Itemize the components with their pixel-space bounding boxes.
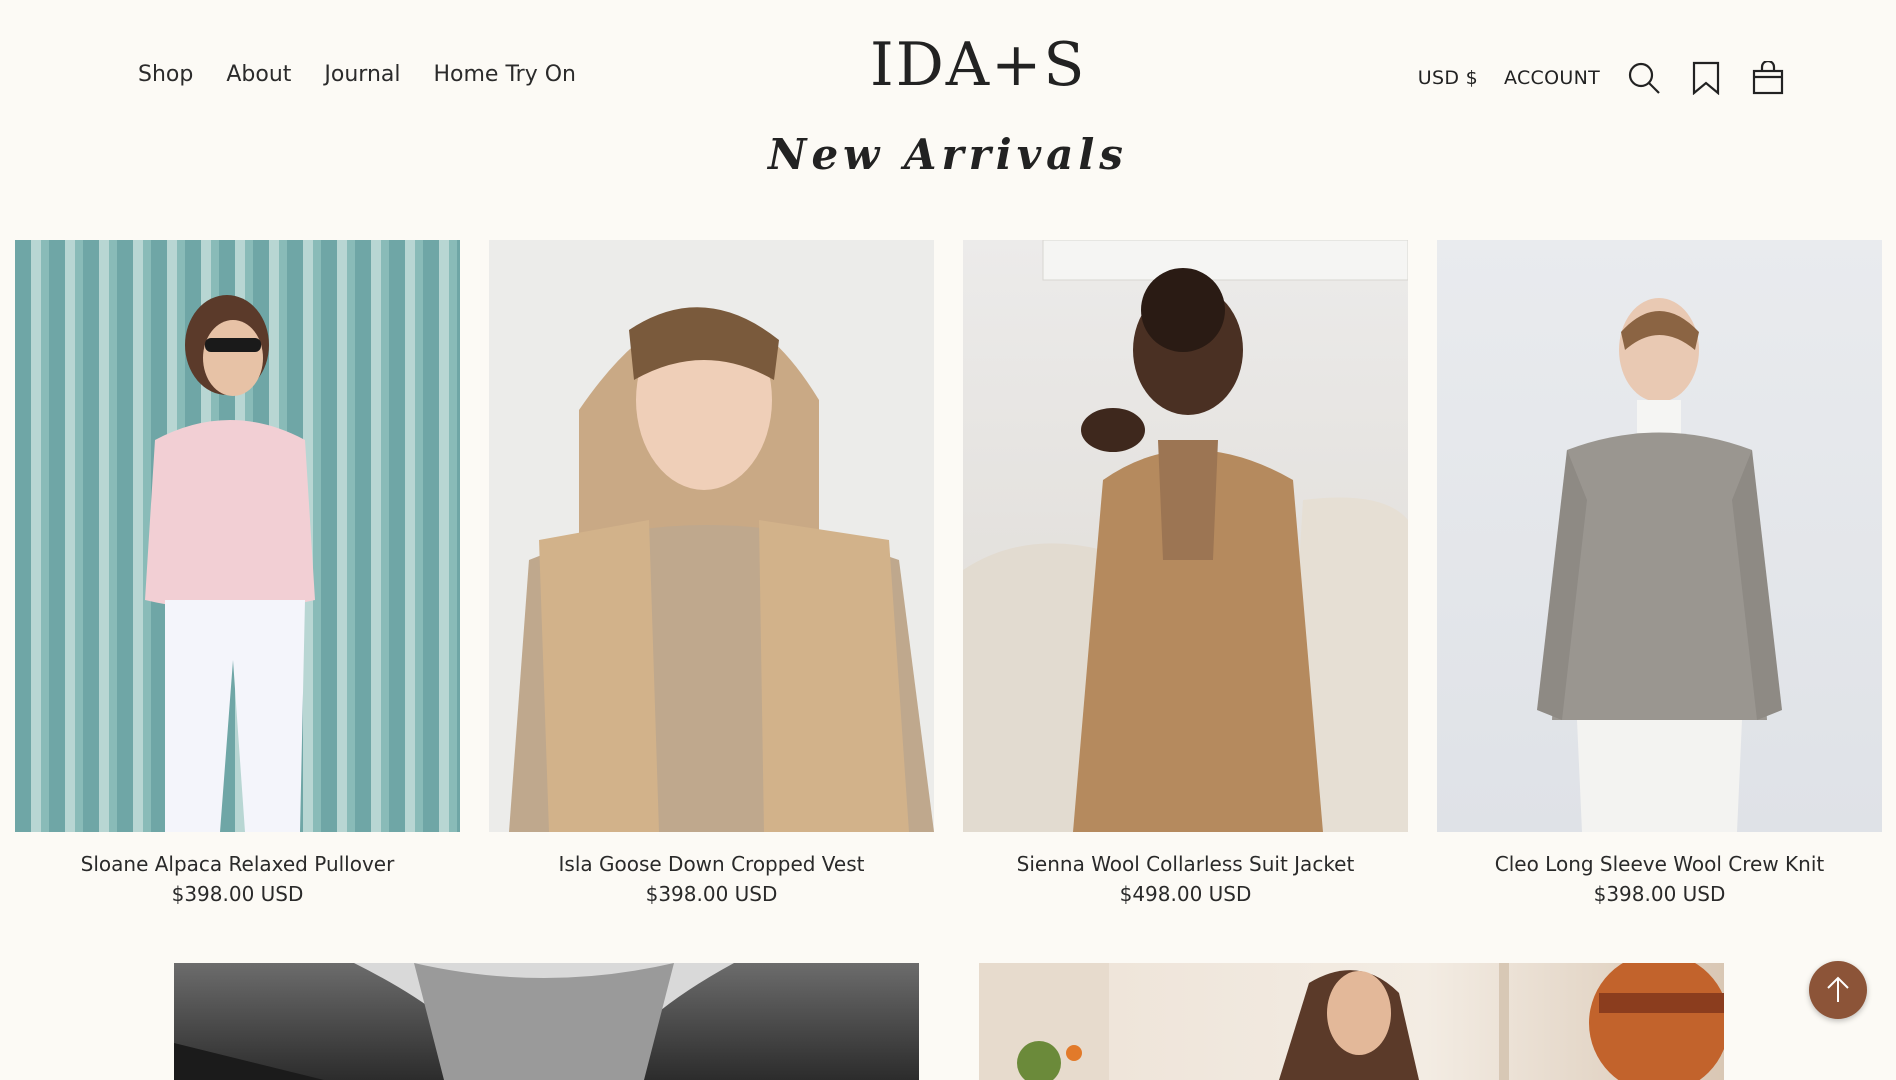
- nav-shop[interactable]: Shop: [138, 62, 193, 87]
- arrow-up-icon: [1827, 976, 1849, 1002]
- product-image[interactable]: [963, 240, 1408, 832]
- site-header: Shop About Journal Home Try On IDA+S USD…: [0, 0, 1896, 150]
- nav-journal[interactable]: Journal: [324, 62, 400, 87]
- product-name[interactable]: Cleo Long Sleeve Wool Crew Knit: [1437, 852, 1882, 876]
- back-to-top-button[interactable]: [1809, 961, 1867, 1019]
- bag-icon[interactable]: [1750, 60, 1786, 96]
- product-image[interactable]: [1437, 240, 1882, 832]
- product-price: $398.00 USD: [171, 882, 304, 906]
- utility-bar: USD $ ACCOUNT: [1418, 60, 1786, 96]
- product-card[interactable]: Cleo Long Sleeve Wool Crew Knit $398.00 …: [1437, 240, 1882, 906]
- search-icon[interactable]: [1626, 60, 1662, 96]
- product-grid: Sloane Alpaca Relaxed Pullover $398.00 U…: [15, 240, 1882, 906]
- product-image[interactable]: [489, 240, 934, 832]
- product-price: $498.00 USD: [1119, 882, 1252, 906]
- nav-about[interactable]: About: [226, 62, 291, 87]
- editorial-banner-right[interactable]: [979, 963, 1724, 1080]
- product-image[interactable]: [15, 240, 460, 832]
- bookmark-icon[interactable]: [1688, 60, 1724, 96]
- account-link[interactable]: ACCOUNT: [1504, 67, 1600, 89]
- product-card[interactable]: Isla Goose Down Cropped Vest $398.00 USD: [489, 240, 934, 906]
- product-name[interactable]: Sloane Alpaca Relaxed Pullover: [15, 852, 460, 876]
- main-nav: Shop About Journal Home Try On: [138, 62, 576, 87]
- product-price: $398.00 USD: [645, 882, 778, 906]
- brand-logo[interactable]: IDA+S: [870, 30, 1087, 100]
- product-name[interactable]: Sienna Wool Collarless Suit Jacket: [963, 852, 1408, 876]
- nav-home-try-on[interactable]: Home Try On: [433, 62, 575, 87]
- currency-selector[interactable]: USD $: [1418, 67, 1478, 89]
- editorial-banner-left[interactable]: [174, 963, 919, 1080]
- product-card[interactable]: Sloane Alpaca Relaxed Pullover $398.00 U…: [15, 240, 460, 906]
- product-card[interactable]: Sienna Wool Collarless Suit Jacket $498.…: [963, 240, 1408, 906]
- section-title: New Arrivals: [768, 130, 1128, 179]
- product-name[interactable]: Isla Goose Down Cropped Vest: [489, 852, 934, 876]
- product-price: $398.00 USD: [1593, 882, 1726, 906]
